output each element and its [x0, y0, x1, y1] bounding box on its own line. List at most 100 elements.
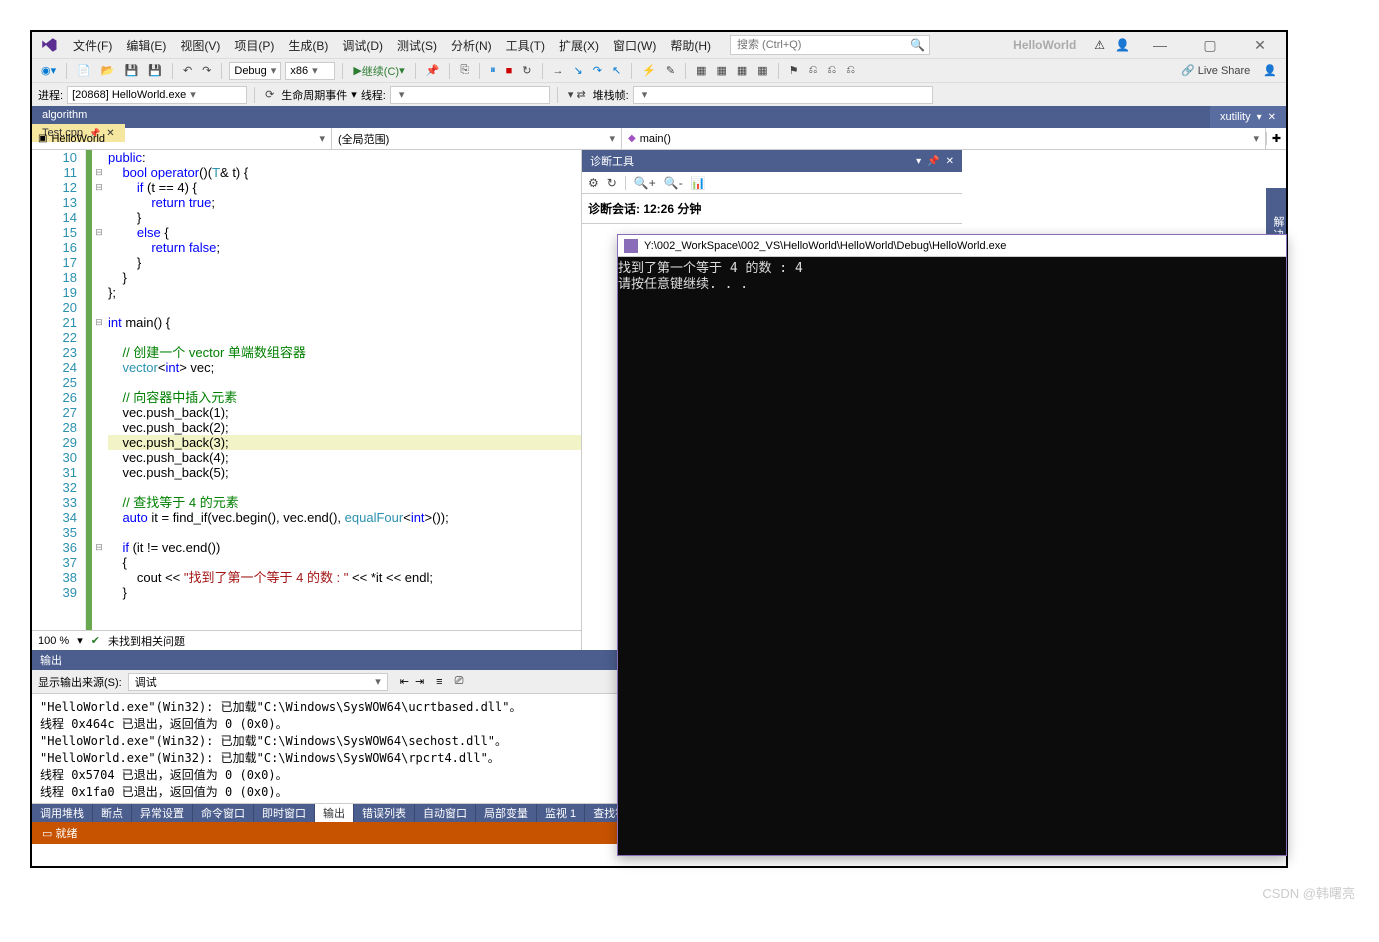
bottom-tab[interactable]: 异常设置 [132, 804, 193, 822]
menubar: 文件(F)编辑(E)视图(V)项目(P)生成(B)调试(D)测试(S)分析(N)… [32, 32, 1286, 58]
menu-item[interactable]: 帮助(H) [663, 39, 718, 53]
save-icon[interactable]: 💾 [122, 64, 142, 77]
misc-2-icon[interactable]: ⎌ [824, 64, 839, 77]
debug-toolbar: 进程: [20868] HelloWorld.exe ⟳ 生命周期事件 ▾ 线程… [32, 82, 1286, 106]
zoom-in-icon[interactable]: 🔍+ [634, 176, 656, 190]
process-dropdown[interactable]: [20868] HelloWorld.exe [67, 86, 247, 104]
pin-icon[interactable]: 📌 [927, 156, 939, 167]
menu-item[interactable]: 测试(S) [390, 39, 444, 53]
close-icon[interactable]: ✕ [1268, 112, 1276, 123]
flag-icon[interactable]: ⚑ [786, 64, 802, 77]
menu-item[interactable]: 调试(D) [335, 39, 390, 53]
bottom-tab[interactable]: 错误列表 [354, 804, 415, 822]
bottom-tab[interactable]: 监视 1 [537, 804, 585, 822]
misc-1-icon[interactable]: ⎌ [806, 64, 821, 77]
output-source-label: 显示输出来源(S): [38, 674, 122, 690]
attach-icon[interactable]: 📌 [423, 64, 443, 77]
live-share-button[interactable]: 🔗 Live Share [1175, 64, 1256, 77]
dropdown-icon[interactable]: ▾ [916, 156, 921, 167]
maximize-button[interactable]: ▢ [1190, 37, 1230, 54]
indent-right-icon[interactable]: ⇥ [415, 675, 424, 688]
chevron-down-icon[interactable]: ▾ [1257, 112, 1262, 123]
bottom-tab[interactable]: 自动窗口 [415, 804, 476, 822]
window-1-icon[interactable]: ▦ [693, 64, 709, 77]
account-icon[interactable]: 👤 [1260, 64, 1280, 77]
toggle-icon[interactable]: ⚡ [639, 64, 659, 77]
search-input[interactable] [731, 36, 929, 54]
menu-item[interactable]: 文件(F) [66, 39, 119, 53]
app-restart-icon[interactable]: ⎘ [457, 64, 472, 77]
close-button[interactable]: ✕ [1240, 37, 1280, 54]
bottom-tab[interactable]: 局部变量 [476, 804, 537, 822]
lifecycle-icon[interactable]: ⟳ [262, 88, 277, 101]
clear-icon[interactable]: ⎚ [455, 675, 464, 688]
zoom-out-icon[interactable]: 🔍- [664, 176, 683, 190]
gear-icon[interactable]: ⚙ [588, 176, 599, 190]
wand-icon[interactable]: ✎ [663, 64, 678, 77]
menu-item[interactable]: 扩展(X) [552, 39, 606, 53]
platform-dropdown[interactable]: x86 [285, 62, 335, 80]
code-editor[interactable]: 1011121314151617181920212223242526272829… [32, 150, 582, 650]
minimize-button[interactable]: — [1140, 37, 1180, 53]
indent-left-icon[interactable]: ⇤ [400, 675, 409, 688]
fold-column[interactable]: ⊟⊟⊟⊟⊟ [92, 150, 106, 630]
step-out-icon[interactable]: ↖ [609, 64, 624, 77]
nav-back-icon[interactable]: ◉▾ [38, 64, 59, 77]
menu-item[interactable]: 窗口(W) [606, 39, 663, 53]
config-dropdown[interactable]: Debug [229, 62, 281, 80]
bottom-tab[interactable]: 断点 [93, 804, 132, 822]
window-2-icon[interactable]: ▦ [713, 64, 729, 77]
misc-3-icon[interactable]: ⎌ [843, 64, 858, 77]
wrap-icon[interactable]: ≡ [436, 676, 442, 688]
line-numbers: 1011121314151617181920212223242526272829… [32, 150, 86, 630]
window-4-icon[interactable]: ▦ [754, 64, 770, 77]
menu-item[interactable]: 工具(T) [499, 39, 552, 53]
restart-icon[interactable]: ↻ [519, 64, 534, 77]
preview-tab[interactable]: xutility▾✕ [1210, 106, 1286, 128]
stop-icon[interactable]: ■ [503, 65, 516, 77]
code-body[interactable]: public: bool operator()(T& t) { if (t ==… [106, 150, 581, 630]
solution-name: HelloWorld [1005, 38, 1084, 52]
stackframe-label: 堆栈帧: [593, 87, 629, 103]
menu-item[interactable]: 编辑(E) [119, 39, 173, 53]
lifecycle-label: 生命周期事件 [281, 87, 347, 103]
step-over-icon[interactable]: ↷ [590, 64, 605, 77]
menu-item[interactable]: 生成(B) [281, 39, 335, 53]
refresh-icon[interactable]: ↻ [607, 176, 617, 190]
chart-icon[interactable]: 📊 [691, 176, 706, 190]
console-window[interactable]: Y:\002_WorkSpace\002_VS\HelloWorld\Hello… [617, 234, 1287, 856]
menu-item[interactable]: 项目(P) [227, 39, 281, 53]
feedback-icon[interactable]: 👤 [1115, 38, 1130, 52]
step-next-icon[interactable]: → [550, 65, 567, 77]
diag-session-text: 诊断会话: 12:26 分钟 [588, 202, 701, 216]
split-editor-button[interactable]: ✚ [1266, 132, 1286, 145]
undo-icon[interactable]: ↶ [180, 64, 195, 77]
save-all-icon[interactable]: 💾 [145, 64, 165, 77]
bottom-tab[interactable]: 调用堆栈 [32, 804, 93, 822]
notifications-icon[interactable]: ⚠ [1094, 38, 1105, 52]
member-combo[interactable]: ◆main() [622, 128, 1266, 149]
menu-item[interactable]: 视图(V) [173, 39, 227, 53]
process-label: 进程: [38, 87, 63, 103]
search-box[interactable]: 🔍 [730, 35, 930, 55]
zoom-level[interactable]: 100 % [38, 635, 69, 647]
doc-tab[interactable]: algorithm [32, 106, 125, 124]
redo-icon[interactable]: ↷ [199, 64, 214, 77]
project-combo[interactable]: ▣HelloWorld [32, 128, 332, 149]
console-title: Y:\002_WorkSpace\002_VS\HelloWorld\Hello… [644, 240, 1006, 252]
stackframe-dropdown[interactable] [633, 86, 933, 104]
bottom-tab[interactable]: 即时窗口 [254, 804, 315, 822]
continue-button[interactable]: ▶ 继续(C) ▾ [350, 63, 407, 79]
menu-item[interactable]: 分析(N) [444, 39, 499, 53]
open-icon[interactable]: 📂 [98, 64, 118, 77]
step-into-icon[interactable]: ↘ [571, 64, 586, 77]
output-source-dropdown[interactable]: 调试 [128, 673, 388, 691]
new-project-icon[interactable]: 📄 [74, 64, 94, 77]
thread-dropdown[interactable] [390, 86, 550, 104]
scope-combo[interactable]: (全局范围) [332, 128, 622, 149]
bottom-tab[interactable]: 命令窗口 [193, 804, 254, 822]
close-icon[interactable]: ✕ [946, 156, 954, 167]
pause-icon[interactable]: ⏸ [487, 64, 499, 77]
window-3-icon[interactable]: ▦ [734, 64, 750, 77]
bottom-tab[interactable]: 输出 [315, 804, 354, 822]
